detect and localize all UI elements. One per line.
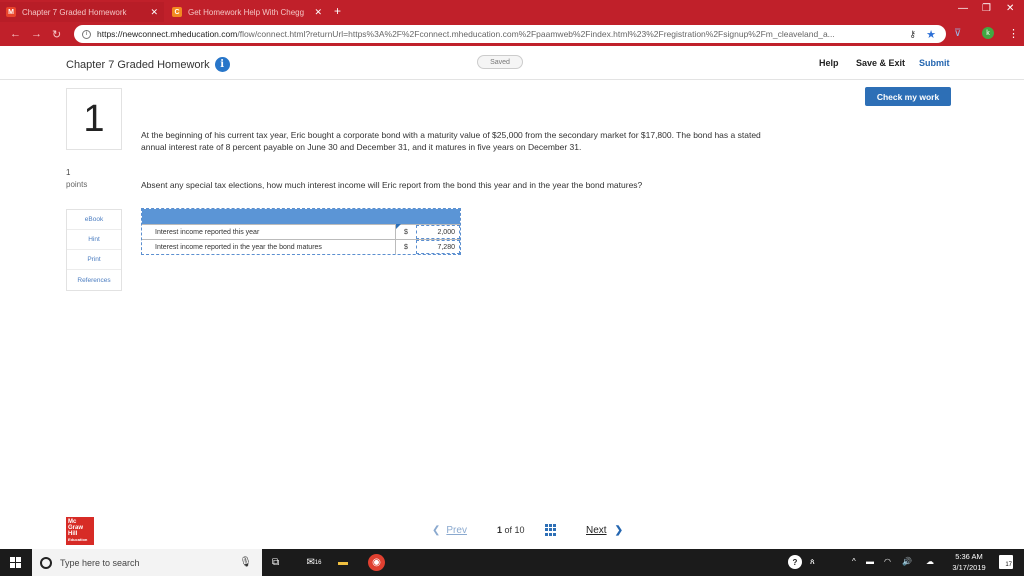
currency-symbol: $ <box>404 228 408 236</box>
task-view-icon[interactable]: ⧉ <box>272 554 279 571</box>
back-icon[interactable]: ← <box>10 28 21 40</box>
clock-date: 3/17/2019 <box>952 563 986 572</box>
site-info-icon[interactable]: i <box>82 29 91 39</box>
ebook-link[interactable]: eBook <box>67 210 121 230</box>
page-indicator: 1 of 10 <box>497 525 525 535</box>
search-placeholder: Type here to search <box>60 557 140 568</box>
reload-icon[interactable]: ↻ <box>52 28 61 41</box>
prev-label: Prev <box>446 525 467 536</box>
question-grid-icon[interactable] <box>545 524 557 536</box>
browser-tab-bar: M Chapter 7 Graded Homework ✕ C Get Home… <box>0 0 1024 22</box>
answer-flag-icon <box>396 224 401 229</box>
close-tab-icon[interactable]: ✕ <box>150 7 158 18</box>
windows-start-icon[interactable] <box>10 557 21 568</box>
assignment-title: Chapter 7 Graded Homework <box>66 58 210 71</box>
check-my-work-button[interactable]: Check my work <box>865 87 951 106</box>
page-title: Chapter 7 Graded Homework i <box>66 57 230 72</box>
onedrive-icon[interactable]: ☁ <box>926 557 934 566</box>
submit-link[interactable]: Submit <box>919 58 950 68</box>
mheducation-favicon-icon: M <box>6 7 16 17</box>
browser-menu-icon[interactable]: ⋮ <box>1008 27 1019 40</box>
table-row: Interest income reported this year $ 2,0… <box>142 224 460 239</box>
row-label: Interest income reported in the year the… <box>142 240 396 254</box>
extension-icon[interactable]: ⊽ <box>954 28 961 39</box>
restore-icon[interactable]: ❐ <box>982 3 991 14</box>
taskbar-search-input[interactable]: Type here to search 🎙 <box>32 549 262 576</box>
wifi-icon[interactable]: ◠ <box>884 557 891 566</box>
mail-icon[interactable]: ✉ 16 <box>304 554 324 571</box>
volume-icon[interactable]: 🔊 <box>902 557 912 566</box>
action-center-icon[interactable]: 17 <box>999 555 1013 569</box>
windows-taskbar: Type here to search 🎙 ⧉ ✉ 16 ▬ ◉ ? ጰ ^ ▬ … <box>0 549 1024 576</box>
clock-time: 5:36 AM <box>955 552 983 561</box>
references-link[interactable]: References <box>67 270 121 290</box>
info-icon[interactable]: i <box>214 57 230 72</box>
forward-icon[interactable]: → <box>31 28 42 40</box>
chevron-right-icon: ❯ <box>614 525 623 536</box>
microphone-icon[interactable]: 🎙 <box>239 557 252 568</box>
cortana-icon <box>40 556 52 569</box>
question-number: 1 <box>66 88 122 150</box>
assignment-header: Chapter 7 Graded Homework i Saved Help S… <box>0 48 1024 80</box>
battery-icon[interactable]: ▬ <box>866 557 874 566</box>
new-tab-button[interactable]: + <box>334 4 341 18</box>
tab-chegg[interactable]: C Get Homework Help With Chegg ✕ <box>166 2 328 22</box>
taskbar-clock[interactable]: 5:36 AM 3/17/2019 <box>944 551 994 573</box>
chrome-icon[interactable]: ◉ <box>368 554 385 571</box>
tab-label: Chapter 7 Graded Homework <box>22 7 127 17</box>
chevron-left-icon: ❮ <box>432 525 441 536</box>
saved-status-badge: Saved <box>477 55 523 69</box>
notification-count: 17 <box>1005 562 1012 568</box>
file-explorer-icon[interactable]: ▬ <box>338 554 348 571</box>
currency-symbol: $ <box>404 243 408 251</box>
answer-input-maturity-year[interactable]: 7,280 <box>416 240 460 254</box>
save-exit-link[interactable]: Save & Exit <box>856 58 905 68</box>
url-host: https://newconnect.mheducation.com <box>97 29 238 39</box>
hint-link[interactable]: Hint <box>67 230 121 250</box>
mail-badge: 16 <box>314 559 322 566</box>
key-icon[interactable]: ⚷ <box>909 29 916 40</box>
question-text: At the beginning of his current tax year… <box>141 130 761 152</box>
url-path: /flow/connect.html?returnUrl=https%3A%2F… <box>237 29 835 39</box>
people-icon[interactable]: ጰ <box>810 557 815 567</box>
next-button[interactable]: Next ❯ <box>586 525 623 536</box>
points-label: points <box>66 180 88 189</box>
mcgraw-hill-logo: Mc Graw Hill Education <box>66 517 94 545</box>
minimize-icon[interactable]: — <box>958 3 968 14</box>
show-hidden-icons-icon[interactable]: ^ <box>852 557 856 566</box>
question-resources: eBook Hint Print References <box>66 209 122 291</box>
prev-button[interactable]: ❮ Prev <box>432 525 467 536</box>
next-label: Next <box>586 525 607 536</box>
tab-label: Get Homework Help With Chegg <box>188 7 305 17</box>
logo-line: Education <box>68 537 88 542</box>
url-input[interactable]: i https://newconnect.mheducation.com/flo… <box>74 25 946 43</box>
page-current: 1 <box>497 525 503 535</box>
print-link[interactable]: Print <box>67 250 121 270</box>
bookmark-star-icon[interactable]: ★ <box>926 28 936 41</box>
window-close-icon[interactable]: ✕ <box>1006 3 1014 14</box>
close-tab-icon[interactable]: ✕ <box>314 7 322 18</box>
answer-table-header <box>142 209 460 224</box>
profile-avatar[interactable]: k <box>982 27 994 39</box>
points-value: 1 <box>66 168 71 177</box>
answer-table: Interest income reported this year $ 2,0… <box>141 208 461 255</box>
row-label: Interest income reported this year <box>142 225 396 239</box>
help-link[interactable]: Help <box>819 58 839 68</box>
help-tray-icon[interactable]: ? <box>788 555 802 569</box>
tab-chapter-7[interactable]: M Chapter 7 Graded Homework ✕ <box>0 2 164 22</box>
table-row: Interest income reported in the year the… <box>142 239 460 254</box>
question-prompt: Absent any special tax elections, how mu… <box>141 180 643 190</box>
answer-input-this-year[interactable]: 2,000 <box>416 225 460 239</box>
page-total: of 10 <box>504 525 525 535</box>
chegg-favicon-icon: C <box>172 7 182 17</box>
